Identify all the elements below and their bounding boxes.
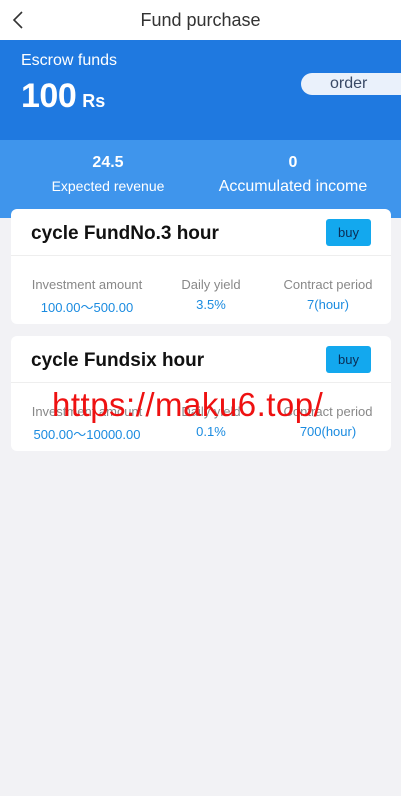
stat-accumulated-income: 0 Accumulated income (208, 154, 378, 196)
chevron-left-icon (12, 11, 23, 29)
daily-yield: Daily yield 0.1% (171, 404, 251, 439)
column-label: Daily yield (181, 277, 241, 292)
stat-label: Accumulated income (218, 178, 368, 195)
fund-card: cycle Fundsix hour buy Investment amount… (11, 336, 391, 451)
escrow-currency: Rs (82, 91, 106, 111)
escrow-summary: Escrow funds 100 Rs order (0, 40, 401, 140)
buy-button[interactable]: buy (326, 219, 371, 246)
fund-card: cycle FundNo.3 hour buy Investment amoun… (11, 209, 391, 324)
top-bar: Fund purchase (0, 0, 401, 40)
stats-bar: 24.5 Expected revenue 0 Accumulated inco… (0, 140, 401, 218)
escrow-amount-value: 100 (21, 77, 77, 115)
fund-title: cycle FundNo.3 hour (31, 223, 219, 244)
column-value: 3.5% (196, 297, 226, 312)
column-value: 100.00～500.00 (40, 300, 134, 315)
stat-label: Expected revenue (51, 178, 165, 194)
fund-title: cycle Fundsix hour (31, 350, 205, 371)
column-value: 0.1% (196, 424, 226, 439)
contract-period: Contract period 7(hour) (273, 277, 383, 312)
divider (11, 382, 391, 383)
investment-amount: Investment amount 500.00～10000.00 (26, 404, 148, 443)
stat-value: 0 (288, 154, 298, 171)
column-label: Contract period (283, 277, 373, 292)
investment-amount: Investment amount 100.00～500.00 (26, 277, 148, 316)
order-button[interactable]: order (301, 73, 401, 95)
buy-button[interactable]: buy (326, 346, 371, 373)
column-label: Daily yield (181, 404, 241, 419)
column-label: Contract period (283, 404, 373, 419)
contract-period: Contract period 700(hour) (273, 404, 383, 439)
escrow-label: Escrow funds (21, 52, 118, 69)
column-value: 700(hour) (299, 424, 357, 439)
stat-value: 24.5 (92, 154, 124, 171)
daily-yield: Daily yield 3.5% (171, 277, 251, 312)
column-label: Investment amount (31, 277, 143, 292)
stat-expected-revenue: 24.5 Expected revenue (38, 154, 178, 194)
column-value: 500.00～10000.00 (33, 427, 141, 442)
divider (11, 255, 391, 256)
column-value: 7(hour) (307, 297, 349, 312)
back-button[interactable] (6, 8, 30, 32)
page-title: Fund purchase (140, 9, 261, 30)
column-label: Investment amount (31, 404, 143, 419)
escrow-amount: 100 Rs (21, 77, 105, 116)
